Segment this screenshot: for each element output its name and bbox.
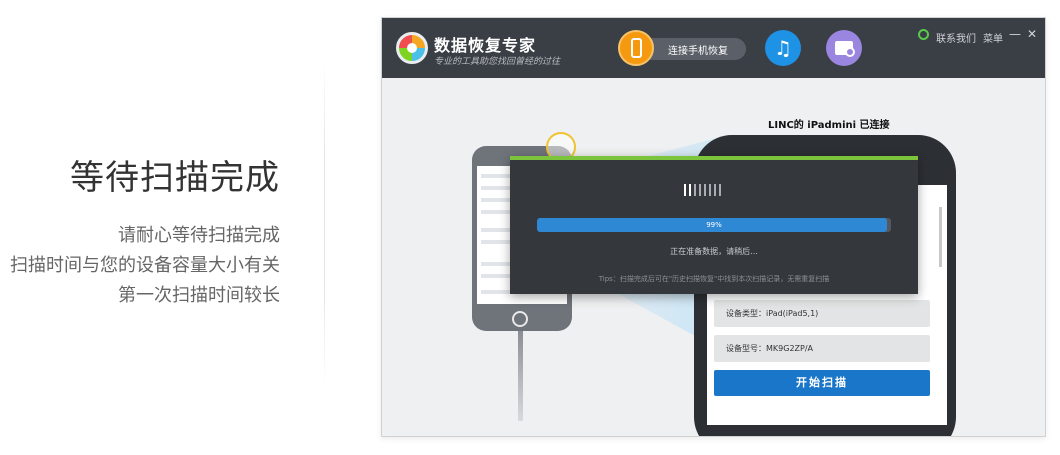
- page: 等待扫描完成 请耐心等待扫描完成 扫描时间与您的设备容量大小有关 第一次扫描时间…: [0, 0, 1060, 455]
- home-button-icon: [512, 311, 528, 327]
- device-model-label: 设备型号：: [726, 344, 766, 353]
- contact-us-link[interactable]: 联系我们: [936, 30, 976, 45]
- device-type-value: iPad(iPad5,1): [766, 309, 819, 318]
- promo-line: 请耐心等待扫描完成: [118, 225, 280, 246]
- device-connected-title: LINC的 iPadmini 已连接: [768, 120, 890, 131]
- menu-button[interactable]: 菜单: [983, 30, 1003, 45]
- loading-spinner-icon: [684, 184, 721, 196]
- history-folder-icon[interactable]: [826, 30, 862, 66]
- dialog-accent-line: [510, 156, 918, 160]
- progress-percent: 99%: [706, 221, 722, 229]
- phone-icon[interactable]: [618, 30, 654, 66]
- device-type-label: 设备类型：: [726, 309, 766, 318]
- section-divider: [324, 60, 325, 385]
- progress-bar: 99%: [537, 218, 891, 232]
- promo-description: 请耐心等待扫描完成 扫描时间与您的设备容量大小有关 第一次扫描时间较长: [10, 221, 280, 311]
- promo-line: 扫描时间与您的设备容量大小有关: [10, 255, 280, 276]
- itunes-music-icon[interactable]: ♫: [765, 30, 801, 66]
- minimize-button[interactable]: —: [1009, 27, 1021, 41]
- close-icon[interactable]: ✕: [1027, 27, 1037, 41]
- title-bar: 数据恢复专家 专业的工具助您找回曾经的过往 连接手机恢复 ♫ 联系我们 菜单 —…: [382, 18, 1045, 78]
- usb-cable: [518, 331, 523, 421]
- app-name: 数据恢复专家: [434, 36, 537, 55]
- promo-title: 等待扫描完成: [70, 158, 280, 198]
- contact-icon[interactable]: [918, 29, 929, 40]
- promo-line: 第一次扫描时间较长: [118, 285, 280, 306]
- scan-status-text: 正在准备数据，请稍后...: [670, 247, 758, 256]
- app-logo-icon: [396, 32, 428, 64]
- tab-phone-label: 连接手机恢复: [668, 46, 728, 57]
- scrollbar[interactable]: [939, 207, 942, 267]
- tab-phone-recovery[interactable]: 连接手机恢复: [618, 30, 746, 66]
- start-scan-button[interactable]: 开始扫描: [714, 370, 930, 396]
- app-slogan: 专业的工具助您找回曾经的过往: [434, 57, 561, 67]
- app-window: 数据恢复专家 专业的工具助您找回曾经的过往 连接手机恢复 ♫ 联系我们 菜单 —…: [381, 17, 1046, 437]
- device-type-row: 设备类型：iPad(iPad5,1): [714, 300, 930, 327]
- promo-section: 等待扫描完成 请耐心等待扫描完成 扫描时间与您的设备容量大小有关 第一次扫描时间…: [10, 150, 280, 311]
- device-model-row: 设备型号：MK9G2ZP/A: [714, 335, 930, 362]
- scan-progress-dialog: 99% 正在准备数据，请稍后... Tips：扫描完成后可在"历史扫描恢复"中找…: [510, 156, 918, 294]
- scan-tips-text: Tips：扫描完成后可在"历史扫描恢复"中找到本次扫描记录，无需重复扫描: [598, 275, 830, 283]
- device-model-value: MK9G2ZP/A: [766, 344, 813, 353]
